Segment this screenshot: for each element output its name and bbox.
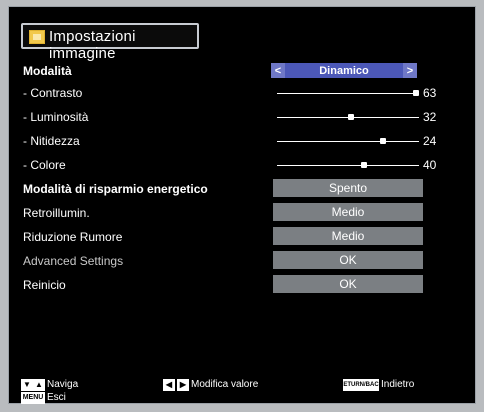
- contrast-value: 63: [423, 86, 437, 100]
- contrast-knob[interactable]: [413, 90, 419, 96]
- contrast-slider[interactable]: [277, 90, 419, 96]
- noise-reduction-value-box[interactable]: Medio: [273, 227, 423, 245]
- brightness-slider[interactable]: [277, 114, 419, 120]
- page-title: Impostazioni immagine: [49, 28, 136, 62]
- tv-osd-screen: Impostazioni immagine Modalità < Dinamic…: [8, 6, 476, 404]
- brightness-knob[interactable]: [348, 114, 354, 120]
- reset-label: Reinicio: [23, 278, 66, 292]
- mode-next-arrow-icon[interactable]: >: [403, 63, 417, 78]
- advanced-settings-ok-button[interactable]: OK: [273, 251, 423, 269]
- page-title-bar: Impostazioni immagine: [21, 23, 199, 62]
- legend-modify-text: Modifica valore: [191, 379, 259, 390]
- mode-selector[interactable]: < Dinamico >: [271, 63, 417, 78]
- energy-saving-value-box[interactable]: Spento: [273, 179, 423, 197]
- backlight-label: Retroillumin.: [23, 206, 90, 220]
- color-value: 40: [423, 158, 437, 172]
- sharpness-slider[interactable]: [277, 138, 419, 144]
- mode-value: Dinamico: [285, 63, 403, 78]
- energy-saving-label: Modalità di risparmio energetico: [23, 182, 208, 196]
- noise-reduction-label: Riduzione Rumore: [23, 230, 123, 244]
- legend-navigate-text: Naviga: [47, 379, 79, 390]
- mode-label: Modalità: [23, 64, 72, 78]
- arrow-right-icon: ▶: [177, 379, 189, 391]
- brightness-label: - Luminosità: [23, 110, 89, 124]
- arrow-up-icon: ▲: [33, 379, 45, 391]
- sharpness-label: - Nitidezza: [23, 134, 80, 148]
- help-legend: ▼ ▲ Naviga ◀ ▶ Modifica valore RETURN/BA…: [9, 377, 477, 405]
- color-knob[interactable]: [361, 162, 367, 168]
- menu-key-icon: MENU: [21, 392, 45, 404]
- arrow-down-icon: ▼: [21, 379, 33, 391]
- return-back-key-icon: RETURN/BACK: [339, 379, 383, 391]
- color-label: - Colore: [23, 158, 66, 172]
- sharpness-value: 24: [423, 134, 437, 148]
- picture-settings-icon: [29, 30, 45, 44]
- backlight-value-box[interactable]: Medio: [273, 203, 423, 221]
- arrow-left-icon: ◀: [163, 379, 175, 391]
- mode-prev-arrow-icon[interactable]: <: [271, 63, 285, 78]
- contrast-label: - Contrasto: [23, 86, 83, 100]
- legend-back-text: Indietro: [381, 379, 415, 390]
- reset-ok-button[interactable]: OK: [273, 275, 423, 293]
- legend-exit-text: Esci: [47, 392, 66, 403]
- advanced-settings-label: Advanced Settings: [23, 254, 124, 268]
- color-slider[interactable]: [277, 162, 419, 168]
- sharpness-knob[interactable]: [380, 138, 386, 144]
- brightness-value: 32: [423, 110, 437, 124]
